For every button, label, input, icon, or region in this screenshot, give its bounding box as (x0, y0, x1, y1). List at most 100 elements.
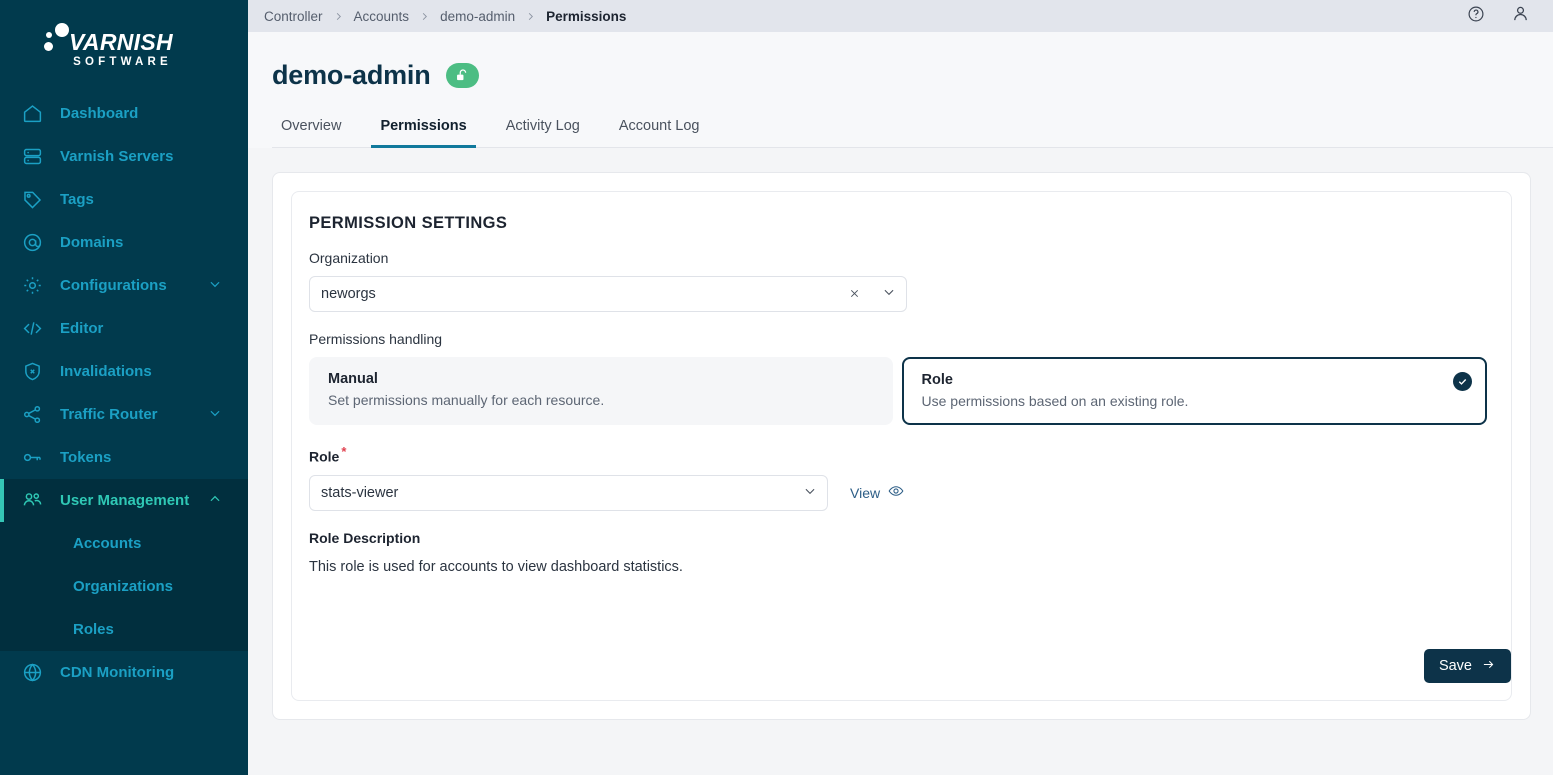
sidebar-item-label: Varnish Servers (60, 148, 174, 165)
chevron-right-icon (525, 11, 536, 22)
breadcrumb-item-demo-admin[interactable]: demo-admin (440, 9, 515, 24)
view-role-link[interactable]: View (850, 483, 904, 502)
sidebar-item-varnish-servers[interactable]: Varnish Servers (0, 135, 248, 178)
sidebar-item-label: Domains (60, 234, 124, 251)
chevron-right-icon (419, 11, 430, 22)
sidebar-item-accounts[interactable]: Accounts (0, 522, 248, 565)
organization-value: neworgs (321, 286, 376, 302)
organization-select[interactable]: neworgs (309, 276, 907, 312)
chevron-down-icon[interactable] (803, 484, 817, 502)
sidebar-subitem-label: Accounts (73, 535, 142, 552)
chevron-down-icon[interactable] (882, 285, 896, 303)
server-icon (22, 146, 48, 168)
sidebar-item-label: Tokens (60, 449, 112, 466)
arrow-right-icon (1481, 658, 1496, 675)
user-avatar-icon[interactable] (1511, 4, 1530, 28)
save-label: Save (1438, 658, 1472, 674)
role-description-text: This role is used for accounts to view d… (309, 558, 683, 575)
sidebar-item-label: Traffic Router (60, 406, 158, 423)
top-bar: Controller Accounts demo-admin Permissio… (248, 0, 1553, 32)
sidebar-group-user-management: User Management Accounts Organizations R… (0, 479, 248, 651)
sidebar-item-label: Configurations (60, 277, 167, 294)
gear-icon (22, 275, 48, 297)
sidebar-item-organizations[interactable]: Organizations (0, 565, 248, 608)
permissions-panel: PERMISSION SETTINGS Organization neworgs (272, 172, 1531, 720)
shield-x-icon (22, 361, 48, 383)
sidebar-group-configurations: Configurations (0, 264, 248, 307)
sidebar-item-dashboard[interactable]: Dashboard (0, 92, 248, 135)
view-label: View (850, 484, 881, 501)
option-title: Role (921, 372, 953, 388)
sidebar-item-user-management[interactable]: User Management (0, 479, 248, 522)
main-content: Controller Accounts demo-admin Permissio… (248, 0, 1553, 775)
sidebar-group-tags: Tags (0, 178, 248, 221)
tab-permissions[interactable]: Permissions (371, 118, 476, 148)
sidebar: VARNISH SOFTWARE Dashboard Varnish Serve… (0, 0, 248, 775)
sidebar-group-editor: Editor (0, 307, 248, 350)
option-title: Manual (328, 371, 378, 387)
permission-settings-card: PERMISSION SETTINGS Organization neworgs (291, 191, 1512, 701)
sidebar-group-invalidations: Invalidations (0, 350, 248, 393)
option-description: Set permissions manually for each resour… (328, 392, 605, 408)
sidebar-group-varnish-servers: Varnish Servers (0, 135, 248, 178)
sidebar-item-configurations[interactable]: Configurations (0, 264, 248, 307)
sidebar-item-traffic-router[interactable]: Traffic Router (0, 393, 248, 436)
permissions-handling-label: Permissions handling (309, 331, 443, 347)
sidebar-item-domains[interactable]: Domains (0, 221, 248, 264)
topbar-actions (1467, 4, 1537, 28)
sidebar-item-editor[interactable]: Editor (0, 307, 248, 350)
tab-account-log[interactable]: Account Log (610, 118, 709, 148)
content-area: PERMISSION SETTINGS Organization neworgs (248, 148, 1553, 775)
chevron-right-icon (333, 11, 344, 22)
users-icon (22, 490, 48, 512)
page-header: demo-admin Overview Permissions Activity… (248, 32, 1553, 148)
role-select[interactable]: stats-viewer (309, 474, 828, 511)
share-nodes-icon (22, 404, 48, 426)
section-title: PERMISSION SETTINGS (309, 214, 508, 232)
sidebar-item-roles[interactable]: Roles (0, 608, 248, 651)
option-description: Use permissions based on an existing rol… (921, 393, 1189, 409)
required-marker: * (341, 444, 347, 459)
role-label: Role * (309, 444, 1487, 465)
sidebar-item-label: CDN Monitoring (60, 664, 175, 681)
chevron-down-icon[interactable] (208, 277, 222, 295)
sidebar-group-dashboard: Dashboard (0, 92, 248, 135)
save-button[interactable]: Save (1423, 649, 1511, 683)
at-icon (22, 232, 48, 254)
breadcrumb-item-accounts[interactable]: Accounts (354, 9, 410, 24)
option-card-manual[interactable]: Manual Set permissions manually for each… (309, 357, 893, 425)
unlocked-padlock-icon (445, 63, 479, 88)
code-icon (22, 318, 48, 340)
globe-icon (22, 662, 48, 684)
eye-icon (888, 483, 904, 502)
sidebar-group-domains: Domains (0, 221, 248, 264)
home-icon (22, 103, 48, 125)
sidebar-subitem-label: Organizations (73, 578, 174, 595)
tag-icon (22, 189, 48, 211)
role-label-text: Role (309, 448, 340, 465)
sidebar-item-cdn-monitoring[interactable]: CDN Monitoring (0, 651, 248, 694)
tab-activity-log[interactable]: Activity Log (497, 118, 589, 148)
tab-bar: Overview Permissions Activity Log Accoun… (272, 117, 1553, 148)
chevron-down-icon[interactable] (208, 406, 222, 424)
tab-overview[interactable]: Overview (272, 118, 350, 148)
sidebar-item-tags[interactable]: Tags (0, 178, 248, 221)
sidebar-item-label: Tags (60, 191, 94, 208)
sidebar-group-tokens: Tokens (0, 436, 248, 479)
sidebar-subitem-label: Roles (73, 621, 114, 638)
brand-logo[interactable]: VARNISH SOFTWARE (0, 0, 248, 92)
sidebar-group-traffic-router: Traffic Router (0, 393, 248, 436)
breadcrumb: Controller Accounts demo-admin Permissio… (264, 9, 626, 24)
close-x-icon[interactable] (849, 286, 860, 302)
help-circle-icon[interactable] (1467, 5, 1485, 28)
role-value: stats-viewer (321, 484, 399, 501)
page-title: demo-admin (272, 60, 431, 90)
sidebar-item-tokens[interactable]: Tokens (0, 436, 248, 479)
chevron-up-icon[interactable] (208, 492, 222, 510)
sidebar-item-invalidations[interactable]: Invalidations (0, 350, 248, 393)
sidebar-group-cdn-monitoring: CDN Monitoring (0, 651, 248, 694)
breadcrumb-item-controller[interactable]: Controller (264, 9, 323, 24)
brand-name: VARNISH (69, 29, 173, 56)
role-description-label: Role Description (309, 529, 421, 546)
option-card-role[interactable]: Role Use permissions based on an existin… (901, 357, 1487, 425)
